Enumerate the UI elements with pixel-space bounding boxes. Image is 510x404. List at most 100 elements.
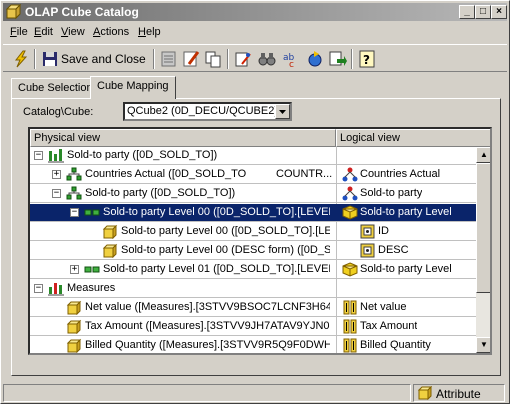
table-row[interactable]: − Measures <box>30 280 476 298</box>
tab-cube-selection[interactable]: Cube Selection <box>11 78 100 98</box>
expand-icon[interactable]: + <box>70 265 79 274</box>
scroll-down-button[interactable]: ▼ <box>476 337 490 353</box>
menu-help[interactable]: Help <box>138 26 161 38</box>
physical-view-cell: Sold-to party ([0D_SOLD_TO]) <box>85 187 236 199</box>
table-row[interactable]: + Countries Actual ([0D_SOLD_TO COUNTR... C… <box>30 166 476 184</box>
level-icon <box>84 205 100 220</box>
svg-text:c: c <box>289 60 294 69</box>
physical-view-cell: Sold-to party Level 00 ([0D_SOLD_TO].[LE… <box>121 225 330 237</box>
measures-icon <box>48 281 64 296</box>
save-and-close-button[interactable]: Save and Close <box>39 49 151 70</box>
status-section-main <box>3 384 411 402</box>
physical-view-cell: Measures <box>67 282 116 294</box>
hierarchy-icon <box>66 167 82 182</box>
collapse-icon[interactable]: − <box>34 151 43 160</box>
toolbar-separator <box>153 49 155 69</box>
physical-view-cell: Countries Actual ([0D_SOLD_TO <box>85 168 247 180</box>
column-header-physical-view[interactable]: Physical view <box>30 129 336 147</box>
level-cube-icon <box>342 262 358 277</box>
table-row[interactable]: Sold-to party Level 00 ([0D_SOLD_TO].[LE… <box>30 223 476 241</box>
physical-view-cell: Tax Amount ([Measures].[3STVV9JH7ATAV9YJ… <box>85 320 330 332</box>
svg-text:?: ? <box>363 53 370 67</box>
status-text: Attribute <box>436 387 481 401</box>
scroll-thumb[interactable] <box>476 163 490 293</box>
logical-view-cell: Sold-to party <box>360 187 423 199</box>
physical-view-cell: Net value ([Measures].[3STVV9BSOC7LCNF3H… <box>85 301 330 313</box>
metric-icon <box>342 300 358 315</box>
attribute-icon <box>66 338 82 353</box>
floppy-disk-icon <box>43 52 57 66</box>
collapse-icon[interactable]: − <box>34 284 43 293</box>
close-button[interactable]: × <box>491 5 507 19</box>
physical-view-cell: Sold-to party Level 01 ([0D_SOLD_TO].[LE… <box>103 263 330 275</box>
logical-view-cell: DESC <box>378 244 409 256</box>
attribute-icon <box>102 224 118 240</box>
table-row[interactable]: − Sold-to party ([0D_SOLD_TO]) <box>30 147 476 165</box>
properties-icon[interactable] <box>159 49 179 69</box>
physical-view-cell: Billed Quantity ([Measures].[3STVV9R5Q9F… <box>85 339 330 351</box>
catalog-cube-select[interactable]: QCube2 (0D_DECU/QCUBE2) <box>123 102 292 121</box>
attribute-icon <box>418 386 432 400</box>
attribute-icon <box>66 300 82 316</box>
key-attribute-icon <box>360 243 376 258</box>
collapse-icon[interactable]: − <box>70 208 79 217</box>
table-row[interactable]: Sold-to party Level 00 (DESC form) ([0D_… <box>30 242 476 260</box>
expand-icon[interactable]: + <box>52 170 61 179</box>
logical-view-cell: Net value <box>360 301 407 313</box>
collapse-icon[interactable]: − <box>52 189 61 198</box>
help-icon[interactable]: ? <box>357 49 377 69</box>
level-icon <box>84 262 100 277</box>
table-row[interactable]: − Sold-to party Level 00 ([0D_SOLD_TO].[L… <box>30 204 476 222</box>
mapping-grid[interactable]: Physical view Logical view − Sold-to part… <box>28 127 492 355</box>
lightning-icon[interactable] <box>11 49 31 69</box>
tab-cube-mapping[interactable]: Cube Mapping <box>90 76 176 99</box>
table-row[interactable]: Tax Amount ([Measures].[3STVV9JH7ATAV9YJ… <box>30 318 476 336</box>
logical-view-cell: Sold-to party Level <box>360 263 452 275</box>
menu-actions[interactable]: Actions <box>93 26 129 38</box>
menu-edit[interactable]: Edit <box>34 26 53 38</box>
binoculars-icon[interactable] <box>257 49 277 69</box>
logical-view-cell: Tax Amount <box>360 320 418 332</box>
olap-cube-catalog-window: OLAP Cube Catalog _ □ × File Edit View A… <box>0 0 510 404</box>
vertical-scrollbar[interactable]: ▲ ▼ <box>476 147 490 353</box>
replace-text-icon[interactable]: abc <box>281 49 301 69</box>
menu-bar: File Edit View Actions Help <box>3 23 507 42</box>
menu-view[interactable]: View <box>61 26 85 38</box>
catalog-cube-value: QCube2 (0D_DECU/QCUBE2) <box>127 105 278 117</box>
logical-view-cell: Sold-to party Level <box>360 206 452 218</box>
logical-hierarchy-icon <box>342 167 358 182</box>
scroll-up-button[interactable]: ▲ <box>476 147 490 163</box>
physical-view-extra: COUNTR... <box>276 168 333 180</box>
dimension-icon <box>48 148 64 163</box>
catalog-cube-label: Catalog\Cube: <box>23 106 94 118</box>
copy-icon[interactable] <box>203 49 223 69</box>
app-icon <box>6 4 22 20</box>
table-row[interactable]: − Sold-to party ([0D_SOLD_TO]) Sold-to par… <box>30 185 476 203</box>
metric-icon <box>342 338 358 353</box>
physical-view-cell: Sold-to party Level 00 ([0D_SOLD_TO].[LE… <box>103 206 330 218</box>
refresh-icon[interactable] <box>305 49 325 69</box>
column-header-logical-view[interactable]: Logical view <box>336 129 490 147</box>
logical-view-cell: ID <box>378 225 389 237</box>
edit-pencil-icon[interactable] <box>181 49 201 69</box>
menu-file[interactable]: File <box>10 26 28 38</box>
table-row[interactable]: Billed Quantity ([Measures].[3STVV9R5Q9F… <box>30 337 476 353</box>
table-row[interactable]: + Sold-to party Level 01 ([0D_SOLD_TO].[L… <box>30 261 476 279</box>
table-row[interactable]: Net value ([Measures].[3STVV9BSOC7LCNF3H… <box>30 299 476 317</box>
export-icon[interactable] <box>327 49 347 69</box>
minimize-button[interactable]: _ <box>459 5 475 19</box>
edit-document-icon[interactable] <box>233 49 253 69</box>
logical-hierarchy-icon <box>342 186 358 201</box>
attribute-icon <box>66 319 82 335</box>
attribute-icon <box>102 243 118 259</box>
toolbar-separator <box>34 49 36 69</box>
toolbar-separator <box>227 49 229 69</box>
maximize-button[interactable]: □ <box>475 5 491 19</box>
physical-view-cell: Sold-to party Level 00 (DESC form) ([0D_… <box>121 244 330 256</box>
logical-view-cell: Billed Quantity <box>360 339 431 351</box>
title-bar[interactable]: OLAP Cube Catalog _ □ × <box>3 3 507 21</box>
chevron-down-icon[interactable] <box>275 104 290 119</box>
level-cube-icon <box>342 205 358 220</box>
toolbar: Save and Close ab c ? <box>3 44 507 72</box>
status-section-type: Attribute <box>413 384 505 402</box>
